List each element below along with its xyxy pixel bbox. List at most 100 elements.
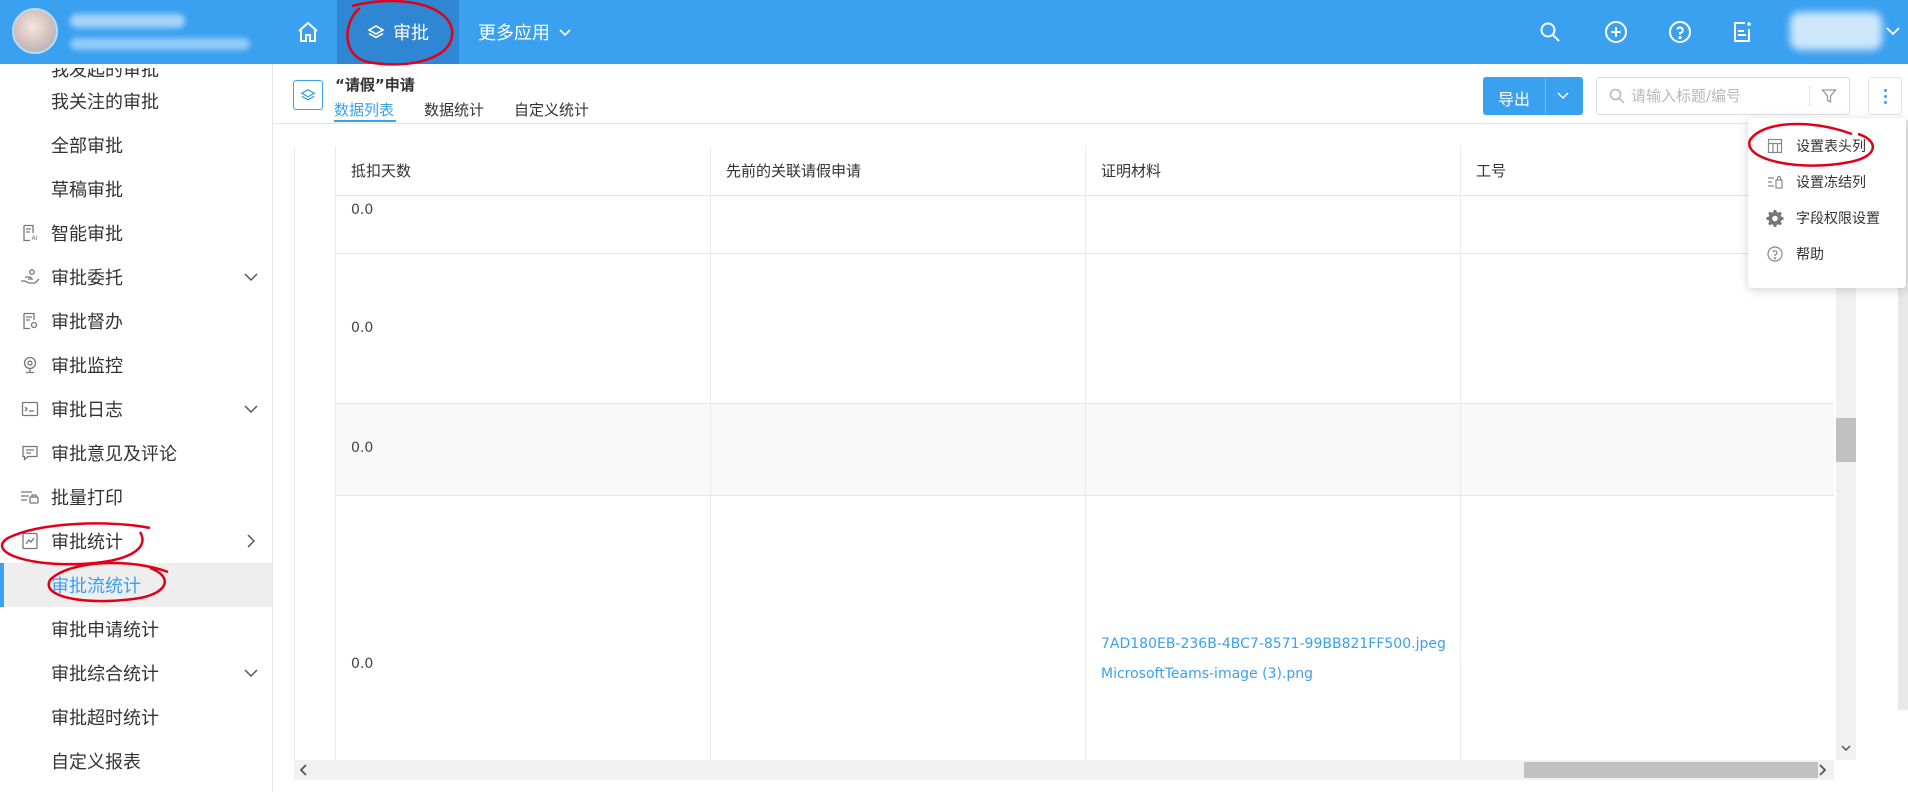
table-columns-icon bbox=[1766, 137, 1784, 155]
chevron-down-icon bbox=[244, 669, 258, 678]
sidebar-item-label: 批量打印 bbox=[51, 488, 123, 509]
sidebar-item-comprehensive-statistics[interactable]: 审批综合统计 bbox=[0, 651, 272, 695]
sidebar-item-supervise[interactable]: 审批督办 bbox=[0, 299, 272, 343]
chevron-down-icon bbox=[559, 29, 571, 37]
table-cell bbox=[711, 404, 1086, 495]
table-row[interactable]: 0.0 bbox=[336, 404, 1834, 496]
sidebar-item-comments[interactable]: 审批意见及评论 bbox=[0, 431, 272, 475]
sidebar-item-draft[interactable]: 草稿审批 bbox=[0, 167, 272, 211]
cell-value: 0.0 bbox=[351, 656, 374, 672]
scrollbar-thumb[interactable] bbox=[1524, 762, 1818, 778]
notifications-button[interactable] bbox=[1726, 16, 1758, 48]
sidebar-item-flow-statistics[interactable]: 审批流统计 bbox=[0, 563, 272, 607]
attachment-link[interactable]: 7AD180EB-236B-4BC7-8571-99BB821FF500.jpe… bbox=[1101, 636, 1446, 652]
help-button[interactable] bbox=[1664, 16, 1696, 48]
menu-item-set-header-columns[interactable]: 设置表头列 bbox=[1748, 128, 1906, 164]
sidebar-item-custom-report[interactable]: 自定义报表 bbox=[0, 739, 272, 783]
more-options-button[interactable] bbox=[1868, 77, 1902, 115]
column-header-attachments[interactable]: 证明材料 bbox=[1086, 146, 1461, 196]
table-cell: 0.0 bbox=[336, 496, 711, 760]
attachment-link[interactable]: MicrosoftTeams-image (3).png bbox=[1101, 666, 1313, 682]
sidebar: 我发起的审批 我关注的审批 全部审批 草稿审批 AI 智能审批 审批委托 审批督… bbox=[0, 64, 273, 792]
table-cell: 0.0 bbox=[336, 196, 711, 253]
row-selector-column bbox=[295, 146, 336, 760]
table-horizontal-scrollbar[interactable] bbox=[294, 760, 1834, 780]
sidebar-item-delegate[interactable]: 审批委托 bbox=[0, 255, 272, 299]
tab-custom-statistics[interactable]: 自定义统计 bbox=[514, 99, 589, 120]
redacted-org-name bbox=[70, 38, 250, 50]
export-divider bbox=[1545, 77, 1546, 115]
table-cell bbox=[1461, 404, 1834, 495]
sidebar-item-all[interactable]: 全部审批 bbox=[0, 123, 272, 167]
column-header-label: 先前的关联请假申请 bbox=[726, 162, 862, 180]
chevron-down-icon bbox=[244, 273, 258, 282]
table-cell bbox=[711, 496, 1086, 760]
sidebar-item-application-statistics[interactable]: 审批申请统计 bbox=[0, 607, 272, 651]
column-header-related-leave[interactable]: 先前的关联请假申请 bbox=[711, 146, 1086, 196]
question-circle-icon bbox=[1766, 245, 1784, 263]
data-table: 抵扣天数 先前的关联请假申请 证明材料 工号 0.0 0.0 0.0 0.0 7… bbox=[294, 146, 1834, 760]
sidebar-item-label: 审批综合统计 bbox=[51, 664, 159, 685]
chevron-right-icon bbox=[247, 534, 256, 548]
scroll-left-arrow-icon[interactable] bbox=[298, 763, 310, 777]
table-row[interactable]: 0.0 7AD180EB-236B-4BC7-8571-99BB821FF500… bbox=[336, 496, 1834, 760]
menu-item-help[interactable]: 帮助 bbox=[1748, 236, 1906, 272]
user-avatar[interactable] bbox=[12, 8, 58, 54]
menu-item-label: 字段权限设置 bbox=[1796, 211, 1880, 227]
sidebar-item-log[interactable]: 审批日志 bbox=[0, 387, 272, 431]
export-label: 导出 bbox=[1498, 90, 1531, 109]
filter-icon[interactable] bbox=[1821, 88, 1837, 104]
redacted-username bbox=[70, 14, 185, 28]
active-tab-underline bbox=[334, 120, 396, 122]
table-row[interactable]: 0.0 bbox=[336, 196, 1834, 254]
column-header-label: 证明材料 bbox=[1101, 162, 1162, 180]
ai-doc-icon: AI bbox=[20, 223, 40, 243]
sidebar-item-batch-print[interactable]: 批量打印 bbox=[0, 475, 272, 519]
table-cell: 0.0 bbox=[336, 404, 711, 495]
sidebar-item-label: 审批统计 bbox=[51, 532, 123, 553]
search-input[interactable] bbox=[1631, 86, 1801, 106]
menu-item-set-frozen-columns[interactable]: 设置冻结列 bbox=[1748, 164, 1906, 200]
add-button[interactable] bbox=[1600, 16, 1632, 48]
export-button[interactable]: 导出 bbox=[1483, 77, 1583, 115]
tab-data-statistics[interactable]: 数据统计 bbox=[424, 99, 484, 120]
sidebar-item-followed[interactable]: 我关注的审批 bbox=[0, 79, 272, 123]
sidebar-item-label: 草稿审批 bbox=[51, 180, 123, 201]
top-navigation-bar: 审批 更多应用 bbox=[0, 0, 1908, 64]
user-menu-chevron-icon[interactable] bbox=[1884, 22, 1902, 40]
sidebar-item-label: 我关注的审批 bbox=[51, 92, 159, 113]
nav-approve-label: 审批 bbox=[393, 23, 429, 44]
scroll-down-arrow-icon[interactable] bbox=[1840, 742, 1852, 754]
nav-more-apps-label: 更多应用 bbox=[478, 23, 550, 44]
sidebar-item-smart[interactable]: AI 智能审批 bbox=[0, 211, 272, 255]
cell-value: 0.0 bbox=[351, 320, 374, 336]
sidebar-item-monitor[interactable]: 审批监控 bbox=[0, 343, 272, 387]
scrollbar-thumb[interactable] bbox=[1836, 418, 1856, 462]
nav-more-apps[interactable]: 更多应用 bbox=[478, 0, 572, 64]
chart-doc-icon bbox=[20, 531, 40, 551]
redacted-user-name bbox=[1790, 12, 1882, 50]
table-row[interactable]: 0.0 bbox=[336, 254, 1834, 404]
search-box bbox=[1596, 77, 1850, 115]
table-cell bbox=[1086, 404, 1461, 495]
export-dropdown-icon[interactable] bbox=[1556, 88, 1570, 102]
sidebar-item-label: 审批委托 bbox=[51, 268, 123, 289]
cell-value: 0.0 bbox=[351, 202, 374, 218]
search-button[interactable] bbox=[1534, 16, 1566, 48]
tab-data-list[interactable]: 数据列表 bbox=[334, 99, 394, 120]
search-icon bbox=[1540, 22, 1560, 42]
webcam-icon bbox=[20, 355, 40, 375]
form-layers-icon bbox=[293, 80, 323, 110]
sidebar-item-label: 审批流统计 bbox=[51, 576, 141, 597]
sidebar-item-timeout-statistics[interactable]: 审批超时统计 bbox=[0, 695, 272, 739]
menu-item-field-permissions[interactable]: 字段权限设置 bbox=[1748, 200, 1906, 236]
table-cell: 7AD180EB-236B-4BC7-8571-99BB821FF500.jpe… bbox=[1086, 496, 1461, 760]
scroll-right-arrow-icon[interactable] bbox=[1816, 763, 1828, 777]
sidebar-item-statistics[interactable]: 审批统计 bbox=[0, 519, 272, 563]
nav-approve-tab[interactable]: 审批 bbox=[337, 0, 459, 64]
home-button[interactable] bbox=[280, 0, 336, 64]
column-header-deduct-days[interactable]: 抵扣天数 bbox=[336, 146, 711, 196]
more-options-menu: 设置表头列 设置冻结列 字段权限设置 帮助 bbox=[1748, 118, 1906, 288]
table-cell bbox=[1086, 196, 1461, 253]
sidebar-item-label: 审批督办 bbox=[51, 312, 123, 333]
